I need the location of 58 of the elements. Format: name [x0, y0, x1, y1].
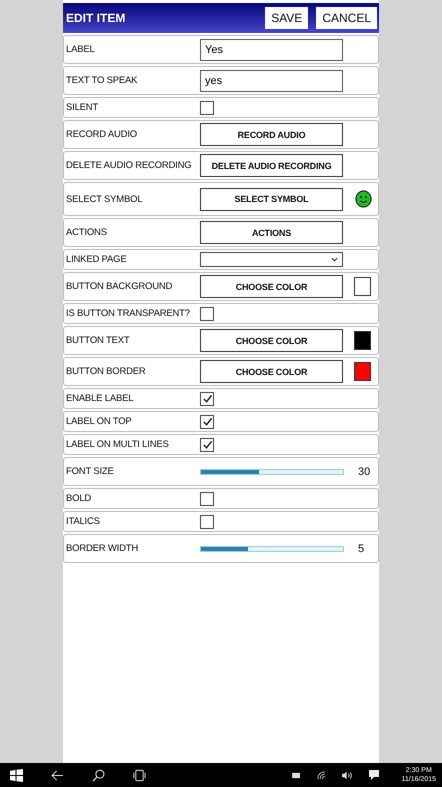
text-field[interactable]: yes	[200, 70, 343, 92]
setting-label: RECORD AUDIO	[66, 129, 138, 140]
setting-label: SELECT SYMBOL	[66, 194, 144, 204]
checkbox[interactable]	[200, 392, 214, 406]
setting-label: ITALICS	[66, 516, 101, 527]
dialog-title: EDIT ITEM	[66, 11, 126, 25]
checkbox[interactable]	[200, 514, 214, 528]
action-button[interactable]: ACTIONS	[200, 221, 343, 244]
slider[interactable]	[200, 546, 344, 552]
checkbox[interactable]	[200, 492, 214, 506]
checkbox[interactable]	[200, 306, 214, 320]
action-button[interactable]: DELETE AUDIO RECORDING	[200, 154, 343, 177]
slider-value: 5	[358, 542, 364, 554]
setting-label: DELETE AUDIO RECORDING	[66, 160, 192, 171]
action-button[interactable]: RECORD AUDIO	[200, 123, 343, 146]
volume-icon[interactable]	[342, 770, 354, 780]
slider[interactable]	[200, 468, 344, 474]
text-field[interactable]: Yes	[200, 38, 343, 60]
wifi-icon[interactable]	[317, 770, 326, 780]
setting-label: BUTTON BACKGROUND	[66, 281, 174, 292]
slider-value: 30	[358, 466, 370, 478]
setting-label: IS BUTTON TRANSPARENT?	[66, 308, 191, 319]
action-button[interactable]: SELECT SYMBOL	[200, 188, 343, 210]
smiley-icon	[355, 190, 372, 208]
notifications-icon[interactable]	[369, 770, 380, 780]
setting-label: SILENT	[66, 102, 100, 113]
action-button[interactable]: CHOOSE COLOR	[200, 360, 343, 383]
windows-start-icon[interactable]	[10, 768, 23, 782]
checkbox[interactable]	[200, 438, 214, 452]
setting-label: ENABLE LABEL	[66, 393, 134, 404]
search-icon[interactable]	[92, 768, 105, 782]
color-swatch[interactable]	[354, 331, 371, 350]
setting-label: TEXT TO SPEAK	[66, 75, 138, 86]
action-button[interactable]: CHOOSE COLOR	[200, 329, 343, 352]
setting-label: FONT SIZE	[66, 466, 115, 477]
slider-fill[interactable]	[201, 470, 260, 474]
setting-label: BOLD	[66, 493, 92, 504]
checkbox[interactable]	[200, 414, 214, 428]
setting-label: BUTTON TEXT	[66, 335, 130, 346]
page-dropdown[interactable]	[200, 252, 343, 267]
setting-label: BUTTON BORDER	[66, 366, 147, 377]
header-button[interactable]: CANCEL	[316, 7, 377, 29]
checkbox[interactable]	[200, 100, 214, 114]
slider-fill[interactable]	[201, 546, 248, 550]
header-button[interactable]: SAVE	[265, 7, 308, 29]
back-icon[interactable]	[51, 770, 64, 780]
setting-label: LINKED PAGE	[66, 254, 128, 265]
setting-label: BORDER WIDTH	[66, 543, 140, 554]
setting-label: LABEL	[66, 44, 96, 55]
setting-label: LABEL ON TOP	[66, 416, 133, 427]
color-swatch[interactable]	[354, 277, 371, 296]
battery-icon[interactable]	[292, 772, 302, 778]
chevron-down-icon	[331, 257, 338, 262]
color-swatch[interactable]	[354, 362, 371, 381]
setting-label: LABEL ON MULTI LINES	[66, 439, 170, 450]
action-button[interactable]: CHOOSE COLOR	[200, 275, 343, 298]
task-view-icon[interactable]	[133, 768, 146, 782]
setting-label: ACTIONS	[66, 227, 108, 238]
